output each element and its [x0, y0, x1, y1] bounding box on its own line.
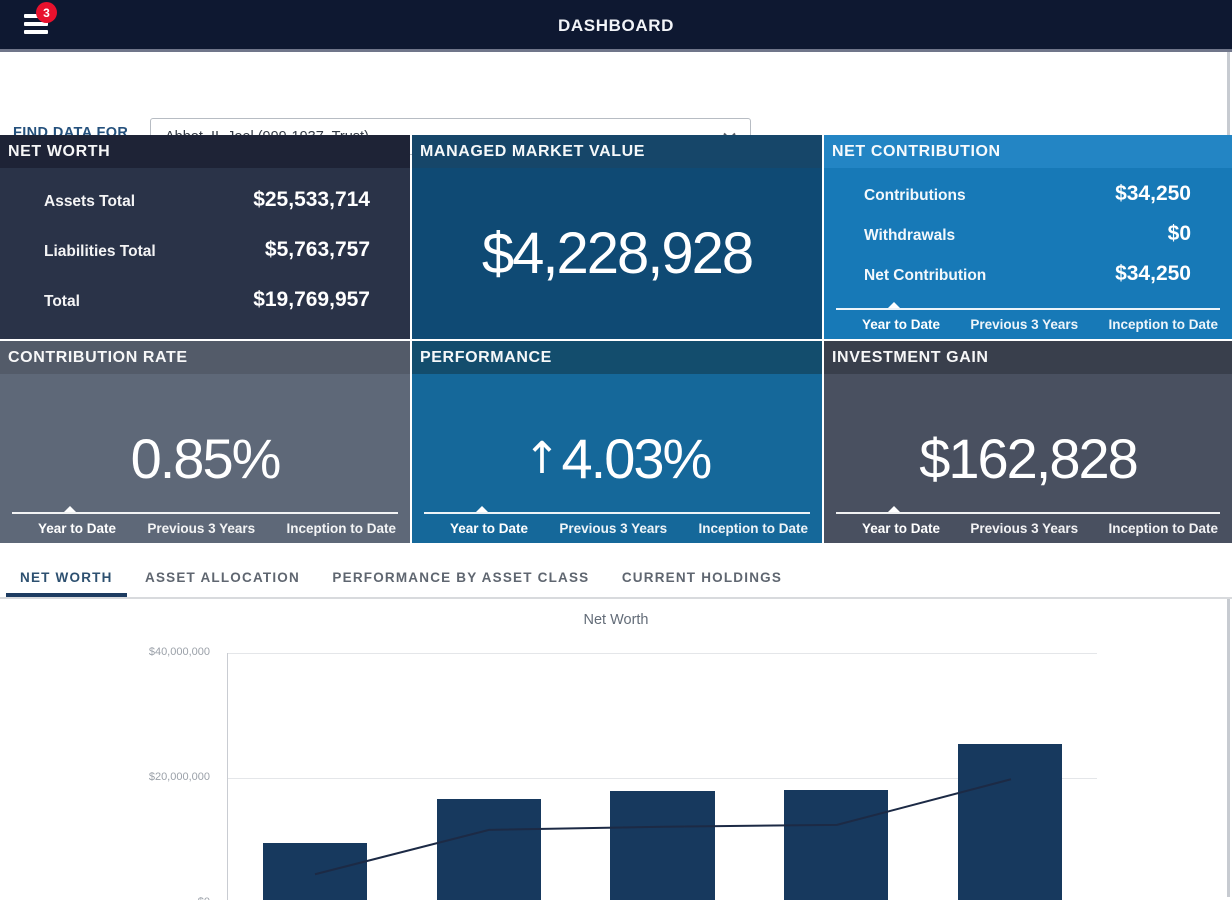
period-tab-inception-to-date[interactable]: Inception to Date [286, 521, 396, 536]
period-tab-previous-3-years[interactable]: Previous 3 Years [147, 521, 255, 536]
net-contribution-row: Net Contribution $34,250 [864, 262, 1191, 286]
period-tab-inception-to-date[interactable]: Inception to Date [1108, 317, 1218, 332]
performance-percent: 4.03% [562, 426, 711, 491]
active-period-marker [888, 302, 900, 308]
period-tab-previous-3-years[interactable]: Previous 3 Years [970, 521, 1078, 536]
tile-title: MANAGED MARKET VALUE [412, 135, 822, 168]
row-value: $34,250 [1115, 182, 1191, 206]
row-label: Withdrawals [864, 227, 955, 245]
net-worth-chart-section: Net Worth $40,000,000 $20,000,000 $0 [0, 599, 1232, 897]
summary-tiles: NET WORTH Assets Total $25,533,714 Liabi… [0, 135, 1232, 543]
period-tab-inception-to-date[interactable]: Inception to Date [698, 521, 808, 536]
period-tab-inception-to-date[interactable]: Inception to Date [1108, 521, 1218, 536]
row-label: Total [44, 293, 80, 311]
row-label: Contributions [864, 187, 966, 205]
tile-title: NET CONTRIBUTION [824, 135, 1232, 168]
row-value: $5,763,757 [265, 238, 370, 262]
row-label: Assets Total [44, 193, 135, 211]
row-value: $19,769,957 [253, 288, 370, 312]
tab-net-worth[interactable]: NET WORTH [6, 557, 127, 597]
row-value: $34,250 [1115, 262, 1191, 286]
top-app-bar: 3 DASHBOARD [0, 0, 1232, 52]
section-tab-bar: NET WORTH ASSET ALLOCATION PERFORMANCE B… [0, 543, 1232, 599]
period-tab-strip: Year to Date Previous 3 Years Inception … [836, 308, 1220, 334]
tile-contribution-rate: CONTRIBUTION RATE 0.85% Year to Date Pre… [0, 341, 410, 543]
tile-title: NET WORTH [0, 135, 410, 168]
y-tick-40m: $40,000,000 [130, 646, 210, 658]
y-tick-20m: $20,000,000 [130, 771, 210, 783]
period-tab-strip: Year to Date Previous 3 Years Inception … [12, 512, 398, 538]
net-contribution-row: Contributions $34,250 [864, 182, 1191, 206]
tile-managed-market-value: MANAGED MARKET VALUE $4,228,928 [412, 135, 822, 339]
net-contribution-row: Withdrawals $0 [864, 222, 1191, 246]
tile-title: INVESTMENT GAIN [824, 341, 1232, 374]
net-worth-row: Assets Total $25,533,714 [44, 188, 370, 212]
trend-line [228, 653, 1098, 900]
tile-title: CONTRIBUTION RATE [0, 341, 410, 374]
active-period-marker [888, 506, 900, 512]
row-value: $0 [1168, 222, 1191, 246]
row-label: Liabilities Total [44, 243, 156, 261]
period-tab-year-to-date[interactable]: Year to Date [450, 521, 528, 536]
period-indicator-line [836, 308, 1220, 310]
period-indicator-line [12, 512, 398, 514]
scrollbar[interactable] [1227, 52, 1230, 135]
period-tab-previous-3-years[interactable]: Previous 3 Years [970, 317, 1078, 332]
active-period-marker [64, 506, 76, 512]
chart-title: Net Worth [0, 599, 1232, 628]
tab-performance-by-asset-class[interactable]: PERFORMANCE BY ASSET CLASS [318, 557, 603, 597]
find-data-row: FIND DATA FOR Abbot, II, Joel (999-1937,… [0, 52, 1232, 135]
active-period-marker [476, 506, 488, 512]
row-value: $25,533,714 [253, 188, 370, 212]
period-tab-year-to-date[interactable]: Year to Date [862, 317, 940, 332]
period-tab-strip: Year to Date Previous 3 Years Inception … [424, 512, 810, 538]
tile-net-worth: NET WORTH Assets Total $25,533,714 Liabi… [0, 135, 410, 339]
period-tab-year-to-date[interactable]: Year to Date [38, 521, 116, 536]
tile-title: PERFORMANCE [412, 341, 822, 374]
net-worth-row: Liabilities Total $5,763,757 [44, 238, 370, 262]
up-arrow-icon: ↑ [524, 433, 561, 484]
period-indicator-line [424, 512, 810, 514]
tile-performance: PERFORMANCE ↑ 4.03% Year to Date Previou… [412, 341, 822, 543]
scrollbar[interactable] [1227, 599, 1230, 897]
tile-investment-gain: INVESTMENT GAIN $162,828 Year to Date Pr… [824, 341, 1232, 543]
period-tab-year-to-date[interactable]: Year to Date [862, 521, 940, 536]
period-indicator-line [836, 512, 1220, 514]
period-tab-previous-3-years[interactable]: Previous 3 Years [559, 521, 667, 536]
row-label: Net Contribution [864, 267, 986, 285]
tile-net-contribution: NET CONTRIBUTION Contributions $34,250 W… [824, 135, 1232, 339]
tab-current-holdings[interactable]: CURRENT HOLDINGS [608, 557, 796, 597]
net-worth-row: Total $19,769,957 [44, 288, 370, 312]
chart-plot [227, 653, 1097, 900]
tab-asset-allocation[interactable]: ASSET ALLOCATION [131, 557, 314, 597]
page-title: DASHBOARD [0, 0, 1232, 52]
period-tab-strip: Year to Date Previous 3 Years Inception … [836, 512, 1220, 538]
y-tick-0: $0 [130, 896, 210, 900]
managed-market-value: $4,228,928 [412, 168, 822, 339]
